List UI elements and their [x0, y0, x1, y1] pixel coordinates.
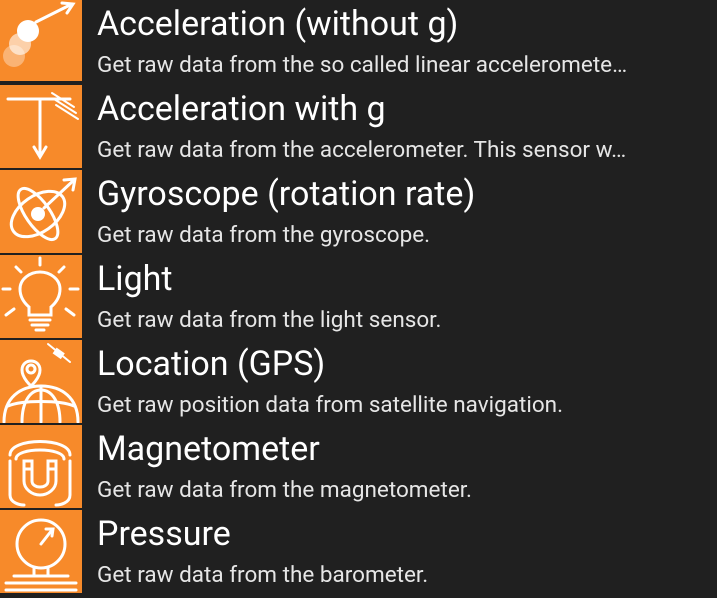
sensor-title: Magnetometer: [97, 429, 320, 469]
gravity-acceleration-icon: [0, 85, 82, 168]
sensor-description: Get raw data from the gyroscope.: [97, 222, 431, 248]
gyroscope-icon: [0, 170, 82, 253]
linear-acceleration-icon: [0, 0, 82, 81]
sensor-item-acceleration-with-g[interactable]: Acceleration with g Get raw data from th…: [0, 85, 717, 170]
sensor-description: Get raw data from the accelerometer. Thi…: [97, 137, 627, 163]
sensor-list: Acceleration (without g) Get raw data fr…: [0, 0, 717, 598]
sensor-item-location-gps[interactable]: Location (GPS) Get raw position data fro…: [0, 340, 717, 425]
sensor-item-magnetometer[interactable]: Magnetometer Get raw data from the magne…: [0, 425, 717, 510]
sensor-item-pressure[interactable]: Pressure Get raw data from the barometer…: [0, 510, 717, 595]
sensor-item-gyroscope[interactable]: Gyroscope (rotation rate) Get raw data f…: [0, 170, 717, 255]
barometer-gauge-icon: [0, 510, 82, 593]
sensor-title: Location (GPS): [97, 344, 326, 384]
sensor-title: Pressure: [97, 514, 231, 554]
sensor-description: Get raw data from the so called linear a…: [97, 52, 628, 78]
sensor-title: Gyroscope (rotation rate): [97, 174, 476, 214]
sensor-description: Get raw data from the magnetometer.: [97, 477, 472, 503]
light-bulb-icon: [0, 255, 82, 338]
location-globe-icon: [0, 340, 82, 423]
sensor-description: Get raw data from the light sensor.: [97, 307, 442, 333]
magnet-icon: [0, 425, 82, 508]
sensor-title: Light: [97, 259, 173, 299]
sensor-title: Acceleration with g: [97, 89, 386, 129]
sensor-title: Acceleration (without g): [97, 4, 459, 44]
sensor-item-light[interactable]: Light Get raw data from the light sensor…: [0, 255, 717, 340]
sensor-description: Get raw position data from satellite nav…: [97, 392, 564, 418]
sensor-item-acceleration-without-g[interactable]: Acceleration (without g) Get raw data fr…: [0, 0, 717, 85]
sensor-description: Get raw data from the barometer.: [97, 562, 429, 588]
